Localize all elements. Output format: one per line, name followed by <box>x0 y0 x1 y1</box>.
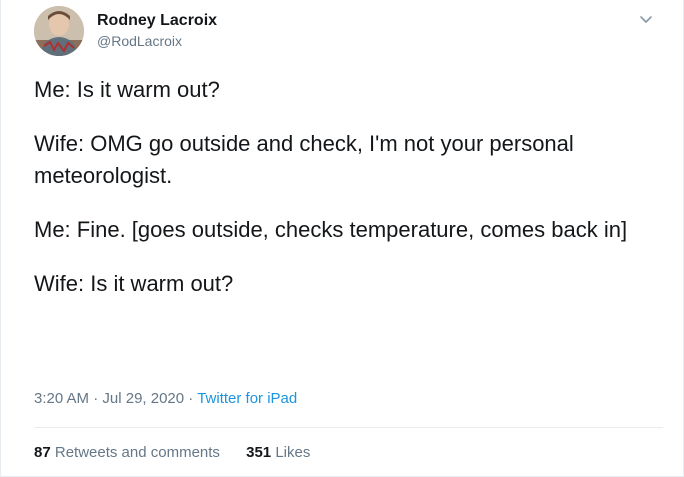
author-display-name[interactable]: Rodney Lacroix <box>97 11 217 31</box>
author-handle[interactable]: @RodLacroix <box>97 32 217 50</box>
likes-label: Likes <box>275 444 311 461</box>
profile-photo-icon <box>34 6 84 56</box>
author-avatar[interactable] <box>34 6 84 56</box>
tweet-paragraph: Wife: Is it warm out? <box>34 271 234 296</box>
meta-separator: · <box>93 390 99 407</box>
chevron-down-icon[interactable] <box>635 8 657 30</box>
tweet-stats: 87 Retweets and comments 351 Likes <box>34 443 332 463</box>
tweet-paragraph: Wife: OMG go outside and check, I'm not … <box>34 131 574 188</box>
tweet-paragraph: Me: Fine. [goes outside, checks temperat… <box>34 217 628 242</box>
tweet-paragraph: Me: Is it warm out? <box>34 77 220 102</box>
likes-count: 351 <box>246 444 272 461</box>
tweet-date[interactable]: Jul 29, 2020 <box>102 390 184 407</box>
tweet-text: Me: Is it warm out? Wife: OMG go outside… <box>34 74 664 322</box>
retweets-label: Retweets and comments <box>54 444 220 461</box>
tweet-time[interactable]: 3:20 AM <box>34 390 89 407</box>
tweet-header: Rodney Lacroix @RodLacroix <box>34 6 663 56</box>
tweet-source-link[interactable]: Twitter for iPad <box>197 390 297 407</box>
author-names: Rodney Lacroix @RodLacroix <box>97 11 217 50</box>
divider <box>34 427 663 428</box>
likes-stat[interactable]: 351 Likes <box>246 444 310 461</box>
tweet-card: Rodney Lacroix @RodLacroix Me: Is it war… <box>0 0 684 477</box>
meta-separator: · <box>188 390 194 407</box>
retweets-stat[interactable]: 87 Retweets and comments <box>34 444 224 461</box>
retweets-count: 87 <box>34 444 51 461</box>
tweet-meta: 3:20 AM · Jul 29, 2020 · Twitter for iPa… <box>34 389 297 409</box>
